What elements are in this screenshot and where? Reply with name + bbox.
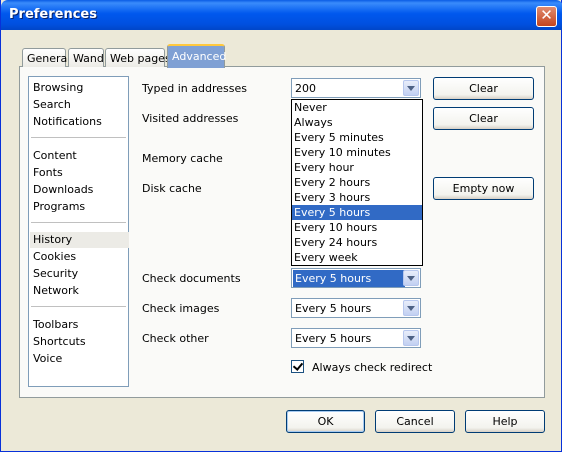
dropdown-option[interactable]: Every 3 hours	[292, 190, 422, 205]
sidebar-item-downloads[interactable]: Downloads	[33, 182, 125, 198]
list-separator	[31, 137, 126, 138]
tab-label: General	[27, 52, 71, 65]
dropdown-option[interactable]: Every 5 minutes	[292, 130, 422, 145]
close-icon: ✕	[540, 6, 553, 24]
category-list[interactable]: Browsing Search Notifications Content Fo…	[28, 76, 129, 387]
empty-now-button[interactable]: Empty now	[433, 177, 534, 200]
sidebar-item-shortcuts[interactable]: Shortcuts	[33, 334, 125, 350]
dropdown-option[interactable]: Every 2 hours	[292, 175, 422, 190]
dropdown-option[interactable]: Never	[292, 100, 422, 115]
sidebar-item-browsing[interactable]: Browsing	[33, 80, 125, 96]
tab-label: Wand	[73, 52, 104, 65]
sidebar-item-toolbars[interactable]: Toolbars	[33, 317, 125, 333]
tab-label: Advanced	[172, 50, 227, 63]
close-button[interactable]: ✕	[536, 6, 557, 27]
check-images-select[interactable]: Every 5 hours	[291, 298, 421, 318]
window-title: Preferences	[9, 7, 97, 22]
sidebar-item-voice[interactable]: Voice	[33, 351, 125, 367]
sidebar-item-network[interactable]: Network	[33, 283, 125, 299]
typed-addresses-label: Typed in addresses	[142, 82, 247, 95]
check-documents-label: Check documents	[142, 272, 241, 285]
sidebar-item-cookies[interactable]: Cookies	[33, 249, 125, 265]
cancel-button[interactable]: Cancel	[375, 410, 455, 433]
tab-advanced[interactable]: Advanced	[167, 44, 227, 68]
chevron-down-icon[interactable]	[403, 300, 419, 316]
sidebar-item-search[interactable]: Search	[33, 97, 125, 113]
dropdown-option[interactable]: Every week	[292, 250, 422, 265]
dropdown-option-selected[interactable]: Every 5 hours	[292, 205, 422, 220]
memory-cache-label: Memory cache	[142, 152, 223, 165]
preferences-dialog: Preferences ✕ General Wand Web pages Adv…	[0, 0, 562, 452]
always-check-redirect-checkbox[interactable]	[291, 360, 304, 373]
help-button[interactable]: Help	[465, 410, 545, 433]
select-value: Every 5 hours	[293, 270, 405, 287]
always-check-redirect-label[interactable]: Always check redirect	[312, 361, 432, 374]
tab-general[interactable]: General	[22, 48, 70, 67]
sidebar-item-programs[interactable]: Programs	[33, 199, 125, 215]
sidebar-item-content[interactable]: Content	[33, 148, 125, 164]
ok-button[interactable]: OK	[286, 410, 365, 433]
visited-addresses-label: Visited addresses	[142, 112, 239, 125]
disk-cache-label: Disk cache	[142, 182, 202, 195]
dropdown-option[interactable]: Every 10 minutes	[292, 145, 422, 160]
chevron-down-icon[interactable]	[403, 270, 419, 286]
select-value: 200	[295, 82, 316, 95]
select-value: Every 5 hours	[295, 332, 372, 345]
check-other-label: Check other	[142, 332, 209, 345]
tab-label: Web pages	[110, 52, 171, 65]
dropdown-option[interactable]: Every 10 hours	[292, 220, 422, 235]
chevron-down-icon[interactable]	[403, 80, 419, 96]
check-documents-dropdown-list[interactable]: Never Always Every 5 minutes Every 10 mi…	[291, 99, 423, 266]
chevron-down-icon[interactable]	[403, 330, 419, 346]
clear-visited-button[interactable]: Clear	[433, 107, 534, 130]
title-bar[interactable]: Preferences ✕	[1, 0, 562, 30]
dropdown-option[interactable]: Every 24 hours	[292, 235, 422, 250]
sidebar-item-history[interactable]: History	[30, 232, 129, 248]
sidebar-item-security[interactable]: Security	[33, 266, 125, 282]
check-other-select[interactable]: Every 5 hours	[291, 328, 421, 348]
check-documents-select[interactable]: Every 5 hours	[291, 268, 421, 288]
list-separator	[31, 306, 126, 307]
sidebar-item-notifications[interactable]: Notifications	[33, 114, 125, 130]
check-images-label: Check images	[142, 302, 220, 315]
tab-web-pages[interactable]: Web pages	[105, 48, 171, 67]
clear-typed-button[interactable]: Clear	[433, 77, 534, 100]
list-separator	[31, 222, 126, 223]
dropdown-option[interactable]: Always	[292, 115, 422, 130]
typed-addresses-select[interactable]: 200	[291, 78, 421, 98]
dropdown-option[interactable]: Every hour	[292, 160, 422, 175]
sidebar-item-fonts[interactable]: Fonts	[33, 165, 125, 181]
select-value: Every 5 hours	[295, 302, 372, 315]
tab-wand[interactable]: Wand	[68, 48, 104, 67]
